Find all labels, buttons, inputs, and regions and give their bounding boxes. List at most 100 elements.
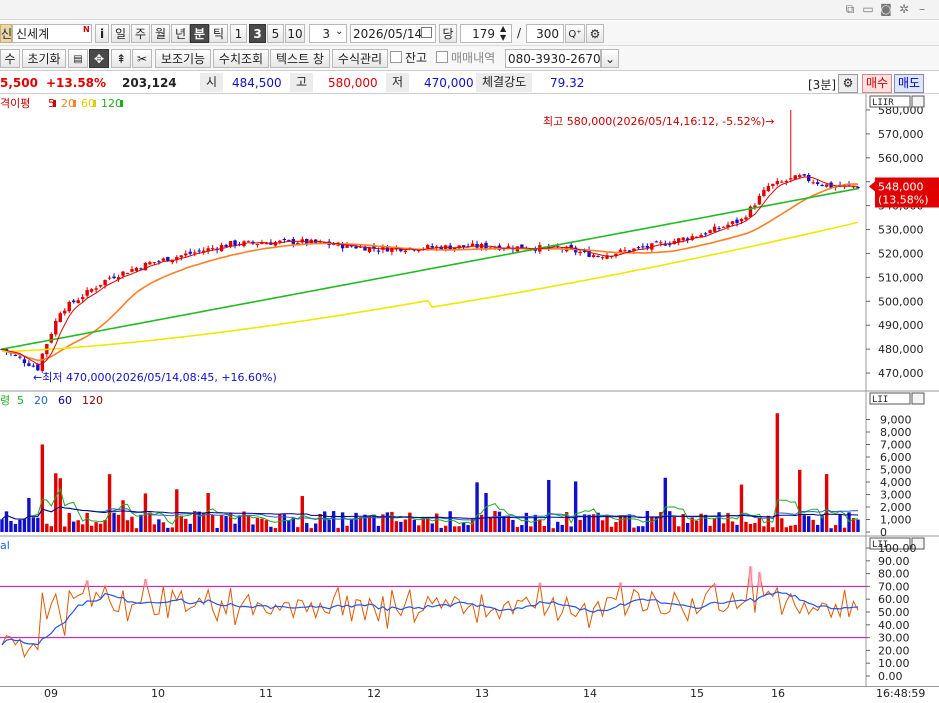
volume-bar xyxy=(332,511,335,532)
volume-bar xyxy=(758,518,761,532)
legend-swatch xyxy=(93,100,96,107)
volume-bar xyxy=(359,517,362,532)
period-month[interactable]: 월 xyxy=(151,24,170,43)
chart-settings-icon[interactable]: ⚙ xyxy=(838,74,858,93)
balance-checkbox[interactable]: 잔고 xyxy=(390,49,434,68)
period-week[interactable]: 주 xyxy=(131,24,150,43)
numeric-lookup-button[interactable]: 수치조회 xyxy=(213,49,269,68)
volume-bar xyxy=(520,525,523,532)
volume-bar xyxy=(489,517,492,532)
low-label: 저 xyxy=(386,73,409,92)
candle-body xyxy=(260,243,263,244)
high-value: 580,000 xyxy=(328,76,378,90)
rsi-overbought-fill xyxy=(144,579,148,586)
zoom-icon[interactable]: Q⁺ xyxy=(565,24,585,43)
volume-bar xyxy=(233,524,236,532)
stock-chart[interactable]: 580,000570,000560,000550,000540,000530,0… xyxy=(0,94,939,686)
candle-body xyxy=(789,178,792,179)
minute-1[interactable]: 1 xyxy=(230,24,247,43)
period-year[interactable]: 년 xyxy=(171,24,190,43)
rsi-tick-label: 30.00 xyxy=(878,632,910,645)
buy-button[interactable]: 매수 xyxy=(862,74,892,93)
first-button[interactable]: 수 xyxy=(0,49,20,68)
reset-button[interactable]: 초기화 xyxy=(22,49,66,68)
minute-3[interactable]: 3 xyxy=(249,24,266,43)
account-dropdown[interactable]: ⌄ xyxy=(601,49,619,68)
formula-manage-button[interactable]: 수식관리 xyxy=(332,49,388,68)
candle-body xyxy=(767,186,770,191)
price-tick-label: 570,000 xyxy=(878,128,924,141)
volume-bar xyxy=(731,521,734,532)
volume-bar xyxy=(399,522,402,532)
volume-bar xyxy=(85,513,88,532)
candle-body xyxy=(287,240,290,241)
save-icon[interactable]: ▤ xyxy=(68,49,88,68)
count-slash: / xyxy=(514,24,524,43)
volume-bar xyxy=(108,474,111,532)
rsi-tick-label: 70.00 xyxy=(878,580,910,593)
account-field[interactable]: 080-3930-2670-0 xyxy=(505,49,601,68)
candle-body xyxy=(256,244,259,245)
volume-bar xyxy=(139,515,142,532)
volume-bar xyxy=(180,516,183,532)
cursor-icon[interactable]: ⇞ xyxy=(111,49,131,68)
volume-bar xyxy=(686,523,689,532)
candle-body xyxy=(708,230,711,233)
text-window-button[interactable]: 텍스트 창 xyxy=(270,49,330,68)
candle-body xyxy=(426,245,429,248)
volume-bar xyxy=(103,520,106,532)
panel-menu-icon xyxy=(912,96,924,107)
settings-icon[interactable]: ✲ xyxy=(897,2,911,16)
volume-bar xyxy=(99,524,102,532)
volume-bar xyxy=(453,526,456,532)
aux-button[interactable]: 보조기능 xyxy=(155,49,211,68)
volume-bar xyxy=(516,527,519,532)
volume-bar xyxy=(287,520,290,532)
volume-bar xyxy=(395,521,398,532)
stock-name-field[interactable]: 신세계 xyxy=(12,24,92,43)
volume-tick-label: 2,000 xyxy=(880,501,912,514)
move-icon[interactable]: ✥ xyxy=(89,49,109,68)
volume-bar xyxy=(112,513,115,532)
candle-body xyxy=(18,357,21,358)
volume-bar xyxy=(63,526,66,532)
volume-tick-label: 5,000 xyxy=(880,464,912,477)
camera-icon[interactable]: ◙ xyxy=(879,2,893,16)
gear-icon[interactable]: ⚙ xyxy=(586,24,604,43)
minute-5[interactable]: 5 xyxy=(267,24,284,43)
window-icon[interactable]: ▭ xyxy=(861,2,875,16)
period-minute[interactable]: 분 xyxy=(190,24,209,43)
candle-body xyxy=(776,181,779,184)
volume-bar xyxy=(807,516,810,532)
stepper-icon[interactable]: ▲▼ xyxy=(500,24,506,42)
sell-button[interactable]: 매도 xyxy=(894,74,924,93)
candle-body xyxy=(816,182,819,184)
volume-bar xyxy=(493,511,496,532)
candle-body xyxy=(233,240,236,245)
volume-bar xyxy=(153,524,156,532)
volume-bar xyxy=(377,526,380,532)
minimize-icon[interactable]: – xyxy=(915,2,929,16)
volume-bar xyxy=(744,522,747,532)
calendar-icon[interactable] xyxy=(421,27,432,38)
candle-body xyxy=(803,174,806,175)
chevron-down-icon[interactable]: ⌄ xyxy=(335,26,343,37)
current-pct: (13.58%) xyxy=(878,193,929,206)
volume-bar xyxy=(422,518,425,532)
restore-icon[interactable]: ⧉ xyxy=(843,2,857,16)
period-tick[interactable]: 틱 xyxy=(209,24,228,43)
candle-body xyxy=(623,250,626,251)
volume-bar xyxy=(41,445,44,533)
quote-row: 5,500 +13.58% 203,124 시 484,500 고 580,00… xyxy=(0,72,939,94)
minute-10[interactable]: 10 xyxy=(285,24,305,43)
rsi-overbought-fill xyxy=(619,582,623,586)
rsi-tick-label: 80.00 xyxy=(878,568,910,581)
total-input[interactable]: 300 xyxy=(526,24,564,43)
volume-bar xyxy=(59,478,62,532)
period-day[interactable]: 일 xyxy=(111,24,130,43)
trade-history-checkbox[interactable]: 매매내역 xyxy=(436,49,504,68)
scissors-icon[interactable]: ✂ xyxy=(132,49,152,68)
candle-body xyxy=(68,302,71,311)
info-button[interactable]: i xyxy=(95,24,109,43)
candle-body xyxy=(807,175,810,181)
